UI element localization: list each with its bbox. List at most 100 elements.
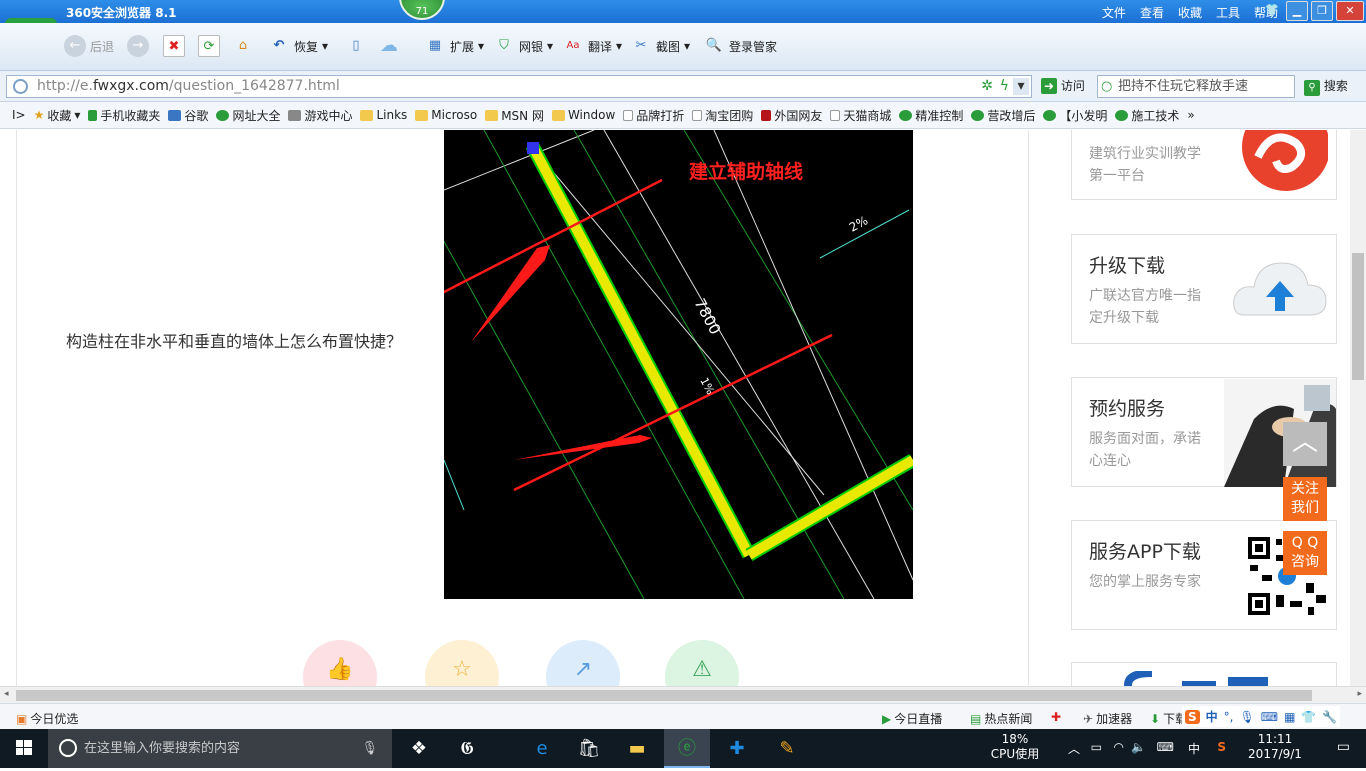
- address-input[interactable]: http://e.fwxgx.com/question_1642877.html…: [6, 75, 1032, 98]
- address-dropdown-icon[interactable]: ▾: [1013, 78, 1029, 95]
- start-button[interactable]: [0, 729, 48, 768]
- taskbar-search-input[interactable]: 在这里输入你要搜索的内容 🎙: [48, 729, 392, 768]
- refresh-button[interactable]: ⟳: [198, 33, 220, 59]
- cloud-button[interactable]: ☁: [378, 33, 400, 59]
- bank-button[interactable]: ⛉ 网银 ▾: [493, 33, 553, 59]
- home-button[interactable]: ⌂: [232, 33, 254, 59]
- taskbar-app-store[interactable]: 🛍: [566, 729, 612, 768]
- today-picks-button[interactable]: ▣ 今日优选: [16, 710, 78, 727]
- qq-consult-button[interactable]: Q Q 咨询: [1283, 531, 1327, 575]
- fav-item[interactable]: 天猫商城: [830, 107, 891, 124]
- scrollbar-thumb[interactable]: [16, 690, 1312, 701]
- loading-icon[interactable]: ✲: [981, 76, 993, 97]
- fav-item[interactable]: 游戏中心: [288, 107, 352, 124]
- lightning-icon[interactable]: ϟ: [1000, 76, 1009, 97]
- search-input[interactable]: ○ 把持不住玩它释放手速: [1097, 75, 1295, 98]
- scroll-right-icon[interactable]: ▸: [1357, 689, 1362, 699]
- fav-item[interactable]: Microso: [415, 108, 477, 122]
- back-button[interactable]: ← 后退: [64, 33, 114, 59]
- stop-button[interactable]: ✖: [163, 33, 185, 59]
- news-button[interactable]: ▤ 热点新闻: [970, 710, 1032, 727]
- scrollbar-thumb[interactable]: [1352, 253, 1364, 380]
- visit-button[interactable]: ➜ 访问: [1041, 77, 1085, 94]
- menu-file[interactable]: 文件: [1102, 4, 1126, 21]
- fav-collect[interactable]: ★ 收藏 ▾: [34, 107, 81, 124]
- fav-item[interactable]: MSN 网: [485, 107, 544, 124]
- ime-chinese-icon: 中: [1205, 710, 1218, 724]
- more-favorites-icon[interactable]: »: [1187, 108, 1194, 122]
- cpu-meter[interactable]: 18% CPU使用: [990, 732, 1040, 762]
- notification-icon[interactable]: ▭: [1337, 739, 1350, 755]
- sidebar-card-download[interactable]: 升级下载 广联达官方唯一指定升级下载: [1071, 234, 1337, 344]
- menu-view[interactable]: 查看: [1140, 4, 1164, 21]
- restore-button[interactable]: ↶ 恢复 ▾: [268, 33, 329, 59]
- fav-item[interactable]: 品牌打折: [623, 107, 684, 124]
- mobile-button[interactable]: ▯: [345, 33, 367, 59]
- fav-label: 施工技术: [1131, 108, 1180, 123]
- accelerator-button[interactable]: ✈ 加速器: [1083, 710, 1132, 727]
- badge-count[interactable]: 71: [399, 0, 445, 20]
- favbar-toggle-icon[interactable]: I>: [12, 108, 26, 122]
- taskbar-app-notes[interactable]: ✎: [764, 729, 810, 768]
- fav-item[interactable]: 淘宝团购: [692, 107, 753, 124]
- menu-tools[interactable]: 工具: [1216, 4, 1240, 21]
- taskbar-app-360browser[interactable]: ⓔ: [664, 729, 710, 768]
- fav-label: Links: [376, 108, 408, 122]
- chat-icon: [1115, 109, 1129, 121]
- fav-item[interactable]: 营改增后: [971, 107, 1035, 124]
- fav-item[interactable]: 网址大全: [216, 107, 280, 124]
- taskbar-app-explorer[interactable]: ▬: [614, 729, 660, 768]
- extend-button[interactable]: ▦ 扩展 ▾: [424, 33, 484, 59]
- close-button[interactable]: ✕: [1336, 1, 1364, 21]
- ime-indicator[interactable]: 中: [1188, 740, 1200, 757]
- fav-item[interactable]: Links: [360, 108, 407, 122]
- fav-item[interactable]: 谷歌: [168, 107, 208, 124]
- vertical-scrollbar[interactable]: [1350, 130, 1366, 686]
- horizontal-scrollbar[interactable]: ◂ ▸: [0, 686, 1366, 703]
- news-icon: ▤: [970, 711, 982, 726]
- sidebar-card-partner[interactable]: [1071, 662, 1337, 686]
- report-button[interactable]: ⚠: [665, 640, 739, 686]
- people-icon[interactable]: ▭: [1091, 740, 1102, 754]
- login-manager-button[interactable]: 🔍 登录管家: [703, 33, 777, 59]
- extend-grid-icon: ▦: [428, 38, 442, 53]
- translate-button[interactable]: Aa 翻译 ▾: [562, 33, 623, 59]
- forward-button[interactable]: →: [127, 33, 149, 59]
- maximize-button[interactable]: ❐: [1311, 1, 1333, 21]
- task-view-button[interactable]: ❖: [396, 729, 442, 768]
- minimize-button[interactable]: ▁: [1286, 1, 1308, 21]
- sogou-tray-icon[interactable]: S: [1217, 740, 1226, 754]
- ime-toolbar[interactable]: S 中 °, 🎙 ⌨ ▦ 👕 🔧: [1182, 706, 1341, 727]
- taskbar-app-glodon[interactable]: ✚: [714, 729, 760, 768]
- favorite-button[interactable]: ☆: [425, 640, 499, 686]
- taskbar-app-swirl[interactable]: 𝕲: [444, 729, 490, 768]
- microphone-icon[interactable]: 🎙: [361, 729, 378, 768]
- sidebar-card-training[interactable]: 建筑行业实训教学第一平台: [1071, 130, 1337, 200]
- back-to-top-button[interactable]: ︿: [1283, 422, 1327, 466]
- fav-item[interactable]: 手机收藏夹: [88, 107, 160, 124]
- scroll-left-icon[interactable]: ◂: [4, 689, 9, 699]
- menu-favorites[interactable]: 收藏: [1178, 4, 1202, 21]
- tray-expand-icon[interactable]: ︿: [1068, 740, 1080, 757]
- fav-item[interactable]: 外国网友: [761, 107, 822, 124]
- shirt-icon[interactable]: 👕: [1261, 1, 1283, 21]
- share-button[interactable]: ↗: [546, 640, 620, 686]
- live-button[interactable]: ▶ 今日直播: [882, 710, 942, 727]
- follow-us-button[interactable]: 关注我们: [1283, 477, 1327, 521]
- fav-item[interactable]: 精准控制: [899, 107, 963, 124]
- clock[interactable]: 11:11 2017/9/1: [1240, 732, 1310, 762]
- star-icon: ★: [33, 108, 45, 122]
- fav-item[interactable]: Window: [551, 108, 615, 122]
- network-icon[interactable]: ◠: [1114, 740, 1124, 754]
- volume-icon[interactable]: 🔈: [1131, 740, 1146, 754]
- browser-360-icon: ⓔ: [678, 738, 696, 759]
- keyboard-icon[interactable]: ⌨: [1157, 740, 1174, 754]
- like-button[interactable]: 👍: [303, 640, 377, 686]
- health-button[interactable]: ✚: [1051, 710, 1061, 724]
- fav-item[interactable]: 施工技术: [1115, 107, 1179, 124]
- screenshot-button[interactable]: ✂ 截图 ▾: [630, 33, 691, 59]
- taskbar-app-edge[interactable]: e: [519, 729, 565, 768]
- search-button[interactable]: ⚲ 搜索: [1304, 77, 1348, 96]
- cad-drawing-svg: 建立辅助轴线 7800 2% 1%: [444, 130, 913, 599]
- fav-item[interactable]: 【小发明: [1043, 107, 1107, 124]
